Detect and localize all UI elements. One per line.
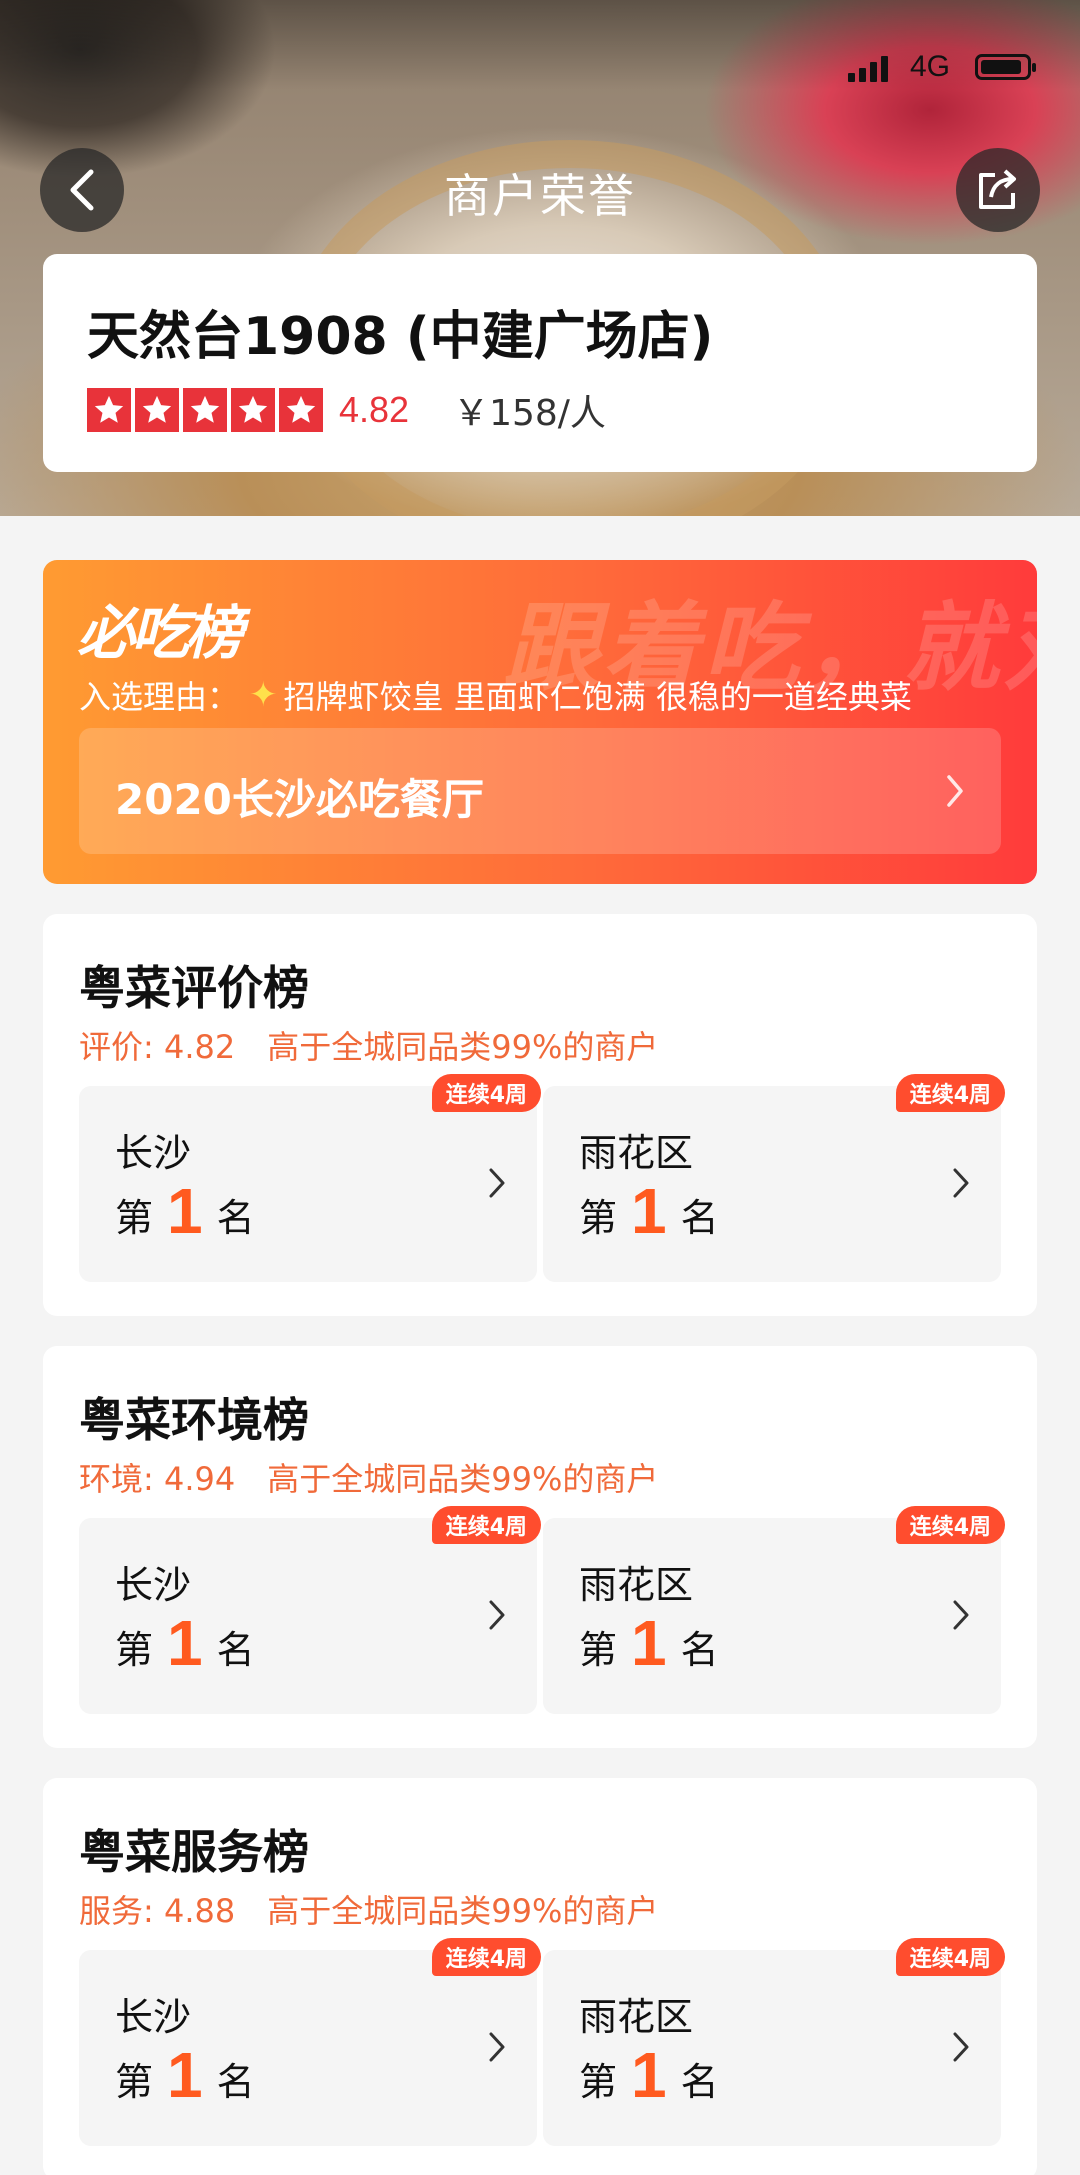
ranking-metric: 评价: 4.82 bbox=[79, 1028, 236, 1066]
chevron-right-icon bbox=[953, 1600, 969, 1630]
rank-area: 雨花区 bbox=[579, 1563, 694, 1607]
rank-position: 第 1 名 bbox=[579, 1607, 719, 1679]
rating-score: 4.82 bbox=[339, 389, 410, 430]
rank-position: 第 1 名 bbox=[115, 1607, 255, 1679]
rank-number: 1 bbox=[631, 1175, 667, 1247]
ranking-title: 粤菜环境榜 bbox=[79, 1393, 309, 1447]
rank-area: 长沙 bbox=[115, 1563, 192, 1607]
share-button[interactable] bbox=[956, 148, 1040, 232]
rank-suffix: 名 bbox=[680, 2060, 719, 2104]
rank-prefix: 第 bbox=[115, 1196, 154, 1240]
rank-number: 1 bbox=[631, 2039, 667, 2111]
ranking-compare: 高于全城同品类99%的商户 bbox=[267, 1028, 659, 1066]
page-title: 商户荣誉 bbox=[444, 169, 636, 223]
chevron-right-icon bbox=[953, 2032, 969, 2062]
rank-prefix: 第 bbox=[579, 1628, 618, 1672]
rank-item-city[interactable]: 长沙 第 1 名 连续4周 bbox=[79, 1074, 541, 1282]
rank-number: 1 bbox=[167, 2039, 203, 2111]
rank-item-district[interactable]: 雨花区 第 1 名 连续4周 bbox=[543, 1938, 1005, 2146]
rank-suffix: 名 bbox=[680, 1196, 719, 1240]
rank-number: 1 bbox=[167, 1607, 203, 1679]
rank-prefix: 第 bbox=[115, 1628, 154, 1672]
rank-item-city[interactable]: 长沙 第 1 名 连续4周 bbox=[79, 1506, 541, 1714]
must-eat-reason: 入选理由： ✦ 招牌虾饺皇 里面虾仁饱满 很稳的一道经典菜 bbox=[79, 672, 912, 718]
must-eat-list-link[interactable]: 2020长沙必吃餐厅 bbox=[79, 728, 1001, 854]
star-icon bbox=[279, 388, 323, 432]
ranking-metric: 服务: 4.88 bbox=[79, 1892, 236, 1930]
ranking-card-environment: 粤菜环境榜 环境: 4.94 高于全城同品类99%的商户 长沙 第 1 名 连续4… bbox=[43, 1346, 1037, 1748]
star-icon bbox=[87, 388, 131, 432]
rank-area: 长沙 bbox=[115, 1995, 192, 2039]
chevron-right-icon bbox=[489, 1168, 505, 1198]
star-icon bbox=[231, 388, 275, 432]
ranking-subtitle: 环境: 4.94 高于全城同品类99%的商户 bbox=[79, 1454, 658, 1500]
rank-suffix: 名 bbox=[680, 1628, 719, 1672]
rank-item-district[interactable]: 雨花区 第 1 名 连续4周 bbox=[543, 1074, 1005, 1282]
streak-badge: 连续4周 bbox=[895, 1074, 1005, 1112]
streak-badge: 连续4周 bbox=[895, 1506, 1005, 1544]
ranking-card-service: 粤菜服务榜 服务: 4.88 高于全城同品类99%的商户 长沙 第 1 名 连续4… bbox=[43, 1778, 1037, 2175]
ranking-title: 粤菜服务榜 bbox=[79, 1825, 309, 1879]
ranking-subtitle: 服务: 4.88 高于全城同品类99%的商户 bbox=[79, 1886, 658, 1932]
shop-name: 天然台1908 (中建广场店) bbox=[87, 307, 714, 367]
rank-suffix: 名 bbox=[216, 2060, 255, 2104]
rank-position: 第 1 名 bbox=[579, 2039, 719, 2111]
must-eat-title: 2020长沙必吃餐厅 bbox=[115, 775, 484, 824]
share-icon bbox=[979, 169, 1016, 209]
star-rating bbox=[87, 388, 323, 432]
reason-text: 招牌虾饺皇 里面虾仁饱满 很稳的一道经典菜 bbox=[283, 678, 912, 716]
rank-area: 雨花区 bbox=[579, 1131, 694, 1175]
rank-number: 1 bbox=[631, 1607, 667, 1679]
network-label: 4G bbox=[910, 50, 951, 83]
rank-area: 雨花区 bbox=[579, 1995, 694, 2039]
rank-suffix: 名 bbox=[216, 1628, 255, 1672]
ranking-metric: 环境: 4.94 bbox=[79, 1460, 236, 1498]
ranking-title: 粤菜评价榜 bbox=[79, 961, 309, 1015]
rank-prefix: 第 bbox=[579, 1196, 618, 1240]
rating-row: 4.82 ￥158/人 bbox=[87, 384, 606, 436]
streak-badge: 连续4周 bbox=[431, 1938, 541, 1976]
status-bar: 4G bbox=[0, 40, 1080, 90]
rank-position: 第 1 名 bbox=[115, 1175, 255, 1247]
rank-prefix: 第 bbox=[579, 2060, 618, 2104]
must-eat-logo: 必吃榜 bbox=[77, 599, 243, 667]
rank-position: 第 1 名 bbox=[579, 1175, 719, 1247]
star-icon bbox=[135, 388, 179, 432]
ranking-compare: 高于全城同品类99%的商户 bbox=[267, 1460, 659, 1498]
sparkle-icon: ✦ bbox=[249, 675, 278, 715]
ranking-subtitle: 评价: 4.82 高于全城同品类99%的商户 bbox=[79, 1022, 658, 1068]
rank-position: 第 1 名 bbox=[115, 2039, 255, 2111]
chevron-right-icon bbox=[489, 1600, 505, 1630]
rank-suffix: 名 bbox=[216, 1196, 255, 1240]
battery-icon bbox=[975, 54, 1036, 80]
signal-icon bbox=[848, 54, 888, 82]
rank-item-city[interactable]: 长沙 第 1 名 连续4周 bbox=[79, 1938, 541, 2146]
rank-number: 1 bbox=[167, 1175, 203, 1247]
streak-badge: 连续4周 bbox=[431, 1074, 541, 1112]
price-per-person: ￥158/人 bbox=[453, 393, 606, 434]
ranking-compare: 高于全城同品类99%的商户 bbox=[267, 1892, 659, 1930]
star-icon bbox=[183, 388, 227, 432]
rank-area: 长沙 bbox=[115, 1131, 192, 1175]
must-eat-banner: 跟着吃，就对了！ 必吃榜 入选理由： ✦ 招牌虾饺皇 里面虾仁饱满 很稳的一道经… bbox=[43, 560, 1037, 884]
chevron-right-icon bbox=[953, 1168, 969, 1198]
ranking-card-rating: 粤菜评价榜 评价: 4.82 高于全城同品类99%的商户 长沙 第 1 名 连续4… bbox=[43, 914, 1037, 1316]
streak-badge: 连续4周 bbox=[895, 1938, 1005, 1976]
streak-badge: 连续4周 bbox=[431, 1506, 541, 1544]
chevron-right-icon bbox=[489, 2032, 505, 2062]
rank-item-district[interactable]: 雨花区 第 1 名 连续4周 bbox=[543, 1506, 1005, 1714]
reason-label: 入选理由： bbox=[79, 678, 240, 716]
shop-info-card[interactable]: 天然台1908 (中建广场店) 4.82 ￥158/人 bbox=[43, 254, 1037, 472]
rank-prefix: 第 bbox=[115, 2060, 154, 2104]
chevron-right-icon bbox=[947, 775, 963, 807]
